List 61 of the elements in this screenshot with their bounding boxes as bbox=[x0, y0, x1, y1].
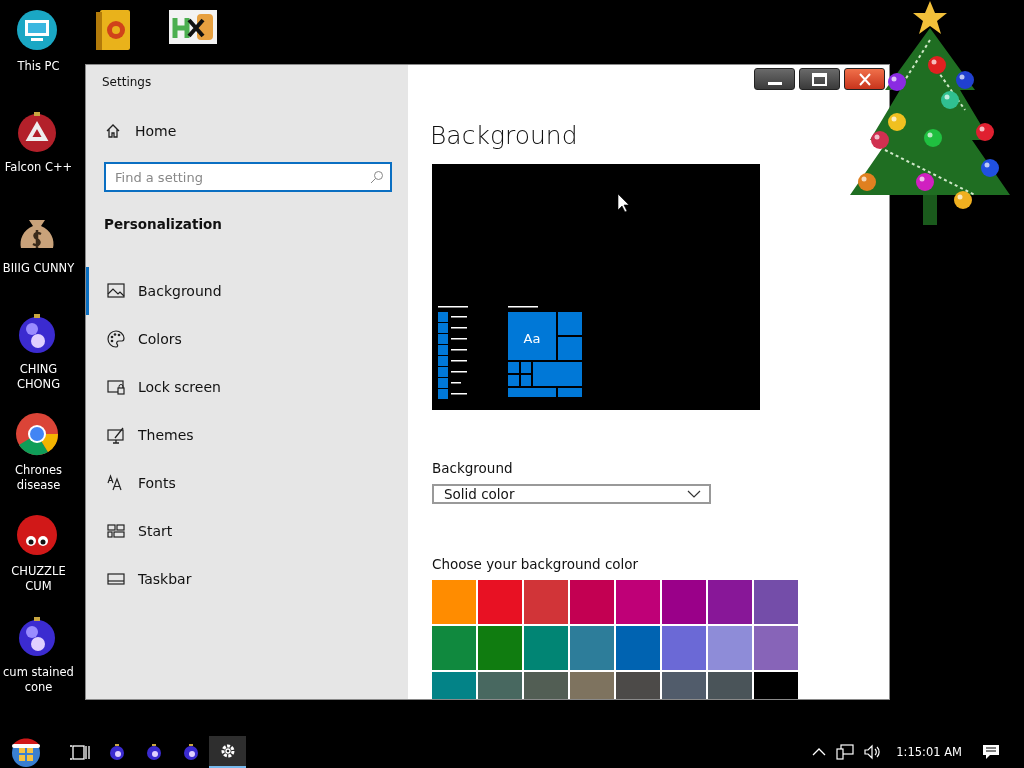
home-link[interactable]: Home bbox=[105, 123, 392, 139]
window-title: Settings bbox=[102, 75, 153, 89]
desktop-icon-label[interactable]: This PC bbox=[17, 59, 60, 74]
nav-item[interactable]: Taskbar bbox=[86, 555, 392, 603]
fonts-icon bbox=[107, 474, 125, 492]
chevron-up-icon[interactable] bbox=[812, 747, 827, 757]
color-swatch[interactable] bbox=[524, 580, 568, 624]
tile-label: Aa bbox=[523, 331, 541, 346]
maximize-button[interactable] bbox=[799, 68, 840, 90]
taskbar-button[interactable] bbox=[209, 736, 246, 768]
network-icon[interactable] bbox=[836, 744, 855, 760]
desktop-icon-label[interactable]: Chrones disease bbox=[0, 463, 77, 493]
nav-item[interactable]: Colors bbox=[86, 315, 392, 363]
color-swatch[interactable] bbox=[708, 580, 752, 624]
color-swatch[interactable] bbox=[570, 580, 614, 624]
color-swatch[interactable] bbox=[432, 626, 476, 670]
lock-screen-icon bbox=[107, 378, 125, 396]
maximize-icon bbox=[812, 72, 827, 86]
background-dropdown[interactable]: Solid color bbox=[432, 484, 711, 504]
field-label: Choose your background color bbox=[432, 556, 640, 572]
notification-icon[interactable] bbox=[982, 743, 1000, 761]
color-swatch[interactable] bbox=[754, 580, 798, 624]
desktop-icon-label[interactable]: cum stained cone bbox=[0, 665, 77, 695]
desktop-icon-label[interactable]: BIIIG CUNNY bbox=[2, 261, 75, 276]
color-swatch[interactable] bbox=[524, 626, 568, 670]
cursor-icon bbox=[617, 193, 630, 213]
start-icon bbox=[107, 522, 125, 540]
themes-icon bbox=[107, 426, 125, 444]
color-swatch[interactable] bbox=[478, 580, 522, 624]
nav-item[interactable]: Fonts bbox=[86, 459, 392, 507]
desktop-icon-label[interactable]: Falcon C++ bbox=[4, 160, 73, 175]
taskbar-icon bbox=[107, 570, 125, 588]
color-swatch[interactable] bbox=[616, 580, 660, 624]
desktop-icon-label[interactable]: CHUZZLE CUM bbox=[0, 564, 77, 594]
volume-icon[interactable] bbox=[864, 744, 883, 760]
color-swatch[interactable] bbox=[662, 580, 706, 624]
clock[interactable]: 1:15:01 AM bbox=[896, 745, 962, 759]
close-icon bbox=[858, 72, 871, 86]
page-heading: Background bbox=[430, 121, 579, 150]
color-swatch[interactable] bbox=[478, 626, 522, 670]
search-icon bbox=[370, 170, 384, 184]
color-swatch[interactable] bbox=[662, 626, 706, 670]
minimize-button[interactable] bbox=[754, 68, 795, 90]
field-label: Background bbox=[432, 460, 514, 476]
color-swatch[interactable] bbox=[754, 626, 798, 670]
palette-icon bbox=[107, 330, 125, 348]
desktop-icon-label[interactable]: CHING CHONG bbox=[0, 362, 77, 392]
nav-item[interactable]: Lock screen bbox=[86, 363, 392, 411]
color-swatch[interactable] bbox=[570, 626, 614, 670]
chevron-down-icon bbox=[687, 490, 701, 498]
color-swatch[interactable] bbox=[616, 626, 660, 670]
nav-item[interactable]: Start bbox=[86, 507, 392, 555]
minimize-icon bbox=[767, 81, 782, 85]
color-swatch[interactable] bbox=[432, 580, 476, 624]
home-icon bbox=[105, 123, 121, 139]
close-button[interactable] bbox=[844, 68, 885, 90]
search-field[interactable]: Find a setting bbox=[104, 162, 392, 192]
picture-icon bbox=[107, 282, 125, 300]
color-swatch[interactable] bbox=[708, 626, 752, 670]
nav-item[interactable]: Themes bbox=[86, 411, 392, 459]
section-heading: Personalization bbox=[104, 216, 223, 232]
